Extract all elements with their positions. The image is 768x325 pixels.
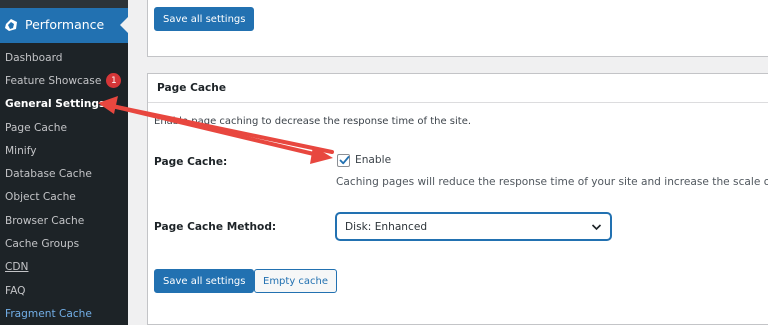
sidebar-item-page-cache[interactable]: Page Cache: [0, 116, 128, 139]
sidebar-item-dashboard[interactable]: Dashboard: [0, 46, 128, 69]
empty-cache-button[interactable]: Empty cache: [254, 269, 338, 293]
save-all-settings-button-top[interactable]: Save all settings: [154, 7, 255, 31]
performance-submenu: Dashboard Feature Showcase 1 General Sett…: [0, 46, 128, 325]
sidebar-item-object-cache[interactable]: Object Cache: [0, 186, 128, 209]
sidebar-item-minify[interactable]: Minify: [0, 139, 128, 162]
current-menu-pointer: [120, 17, 128, 33]
save-all-settings-button[interactable]: Save all settings: [154, 269, 255, 293]
page-cache-method-label: Page Cache Method:: [154, 221, 277, 233]
notification-badge: 1: [106, 73, 122, 89]
page-cache-enable-checkbox[interactable]: [337, 154, 350, 167]
menu-performance[interactable]: Performance: [0, 8, 128, 43]
page-cache-help-text: Caching pages will reduce the response t…: [336, 176, 768, 188]
main-content: Save all settings Page Cache Enable page…: [128, 0, 768, 325]
page-cache-method-value: Disk: Enhanced: [345, 220, 428, 233]
admin-sidebar: Performance Dashboard Feature Showcase 1 …: [0, 0, 128, 325]
sidebar-top-strip: [0, 0, 128, 8]
sidebar-item-faq[interactable]: FAQ: [0, 279, 128, 302]
menu-performance-label: Performance: [25, 17, 105, 32]
chevron-down-icon: [591, 224, 602, 231]
page-cache-box: Page Cache Enable page caching to decrea…: [147, 73, 768, 325]
sidebar-item-cache-groups[interactable]: Cache Groups: [0, 232, 128, 255]
cloud-icon: [5, 19, 17, 31]
page-cache-label: Page Cache:: [154, 156, 228, 168]
enable-label[interactable]: Enable: [355, 154, 391, 166]
page-cache-box-title: Page Cache: [148, 74, 768, 103]
sidebar-item-feature-showcase[interactable]: Feature Showcase 1: [0, 69, 128, 92]
settings-box-top: Save all settings: [147, 0, 768, 57]
page-cache-method-select[interactable]: Disk: Enhanced: [336, 213, 611, 240]
sidebar-item-general-settings[interactable]: General Settings: [0, 93, 128, 116]
page-cache-description: Enable page caching to decrease the resp…: [154, 116, 472, 127]
sidebar-item-browser-cache[interactable]: Browser Cache: [0, 209, 128, 232]
sidebar-item-fragment-cache[interactable]: Fragment Cache: [0, 302, 128, 325]
sidebar-item-database-cache[interactable]: Database Cache: [0, 162, 128, 185]
sidebar-item-cdn[interactable]: CDN: [0, 256, 128, 279]
checkmark-icon: [339, 156, 350, 165]
